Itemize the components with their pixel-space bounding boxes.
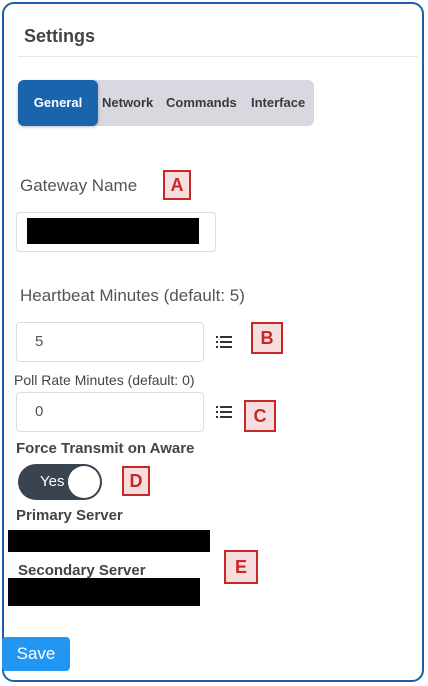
marker-d: D xyxy=(122,466,150,496)
force-transmit-label: Force Transmit on Aware xyxy=(16,440,195,457)
toggle-knob xyxy=(68,466,100,498)
marker-a: A xyxy=(163,170,191,200)
save-button[interactable]: Save xyxy=(2,637,70,671)
heartbeat-input[interactable]: 5 xyxy=(16,322,204,362)
secondary-server-redacted xyxy=(8,578,200,606)
secondary-server-label: Secondary Server xyxy=(18,562,146,579)
marker-b: B xyxy=(251,322,283,354)
tab-interface[interactable]: Interface xyxy=(251,80,305,126)
force-transmit-toggle[interactable]: Yes xyxy=(18,464,102,500)
marker-e: E xyxy=(224,550,258,584)
list-icon[interactable] xyxy=(216,406,232,420)
tab-network[interactable]: Network xyxy=(102,80,153,126)
settings-panel: Settings General Network Commands Interf… xyxy=(2,2,424,682)
tab-general[interactable]: General xyxy=(18,80,98,126)
panel-title: Settings xyxy=(24,26,96,46)
heartbeat-label: Heartbeat Minutes (default: 5) xyxy=(20,286,245,305)
poll-rate-input[interactable]: 0 xyxy=(16,392,204,432)
redacted-value xyxy=(27,218,199,244)
list-icon[interactable] xyxy=(216,336,232,350)
tab-commands[interactable]: Commands xyxy=(166,80,237,126)
primary-server-label: Primary Server xyxy=(16,507,123,524)
toggle-label: Yes xyxy=(40,473,65,490)
gateway-name-label: Gateway Name xyxy=(20,176,138,195)
marker-c: C xyxy=(244,400,276,432)
title-divider xyxy=(18,56,418,57)
tab-bar: General Network Commands Interface xyxy=(18,80,314,126)
gateway-name-input[interactable] xyxy=(16,212,216,252)
primary-server-redacted xyxy=(8,530,210,552)
poll-rate-label: Poll Rate Minutes (default: 0) xyxy=(14,372,195,388)
